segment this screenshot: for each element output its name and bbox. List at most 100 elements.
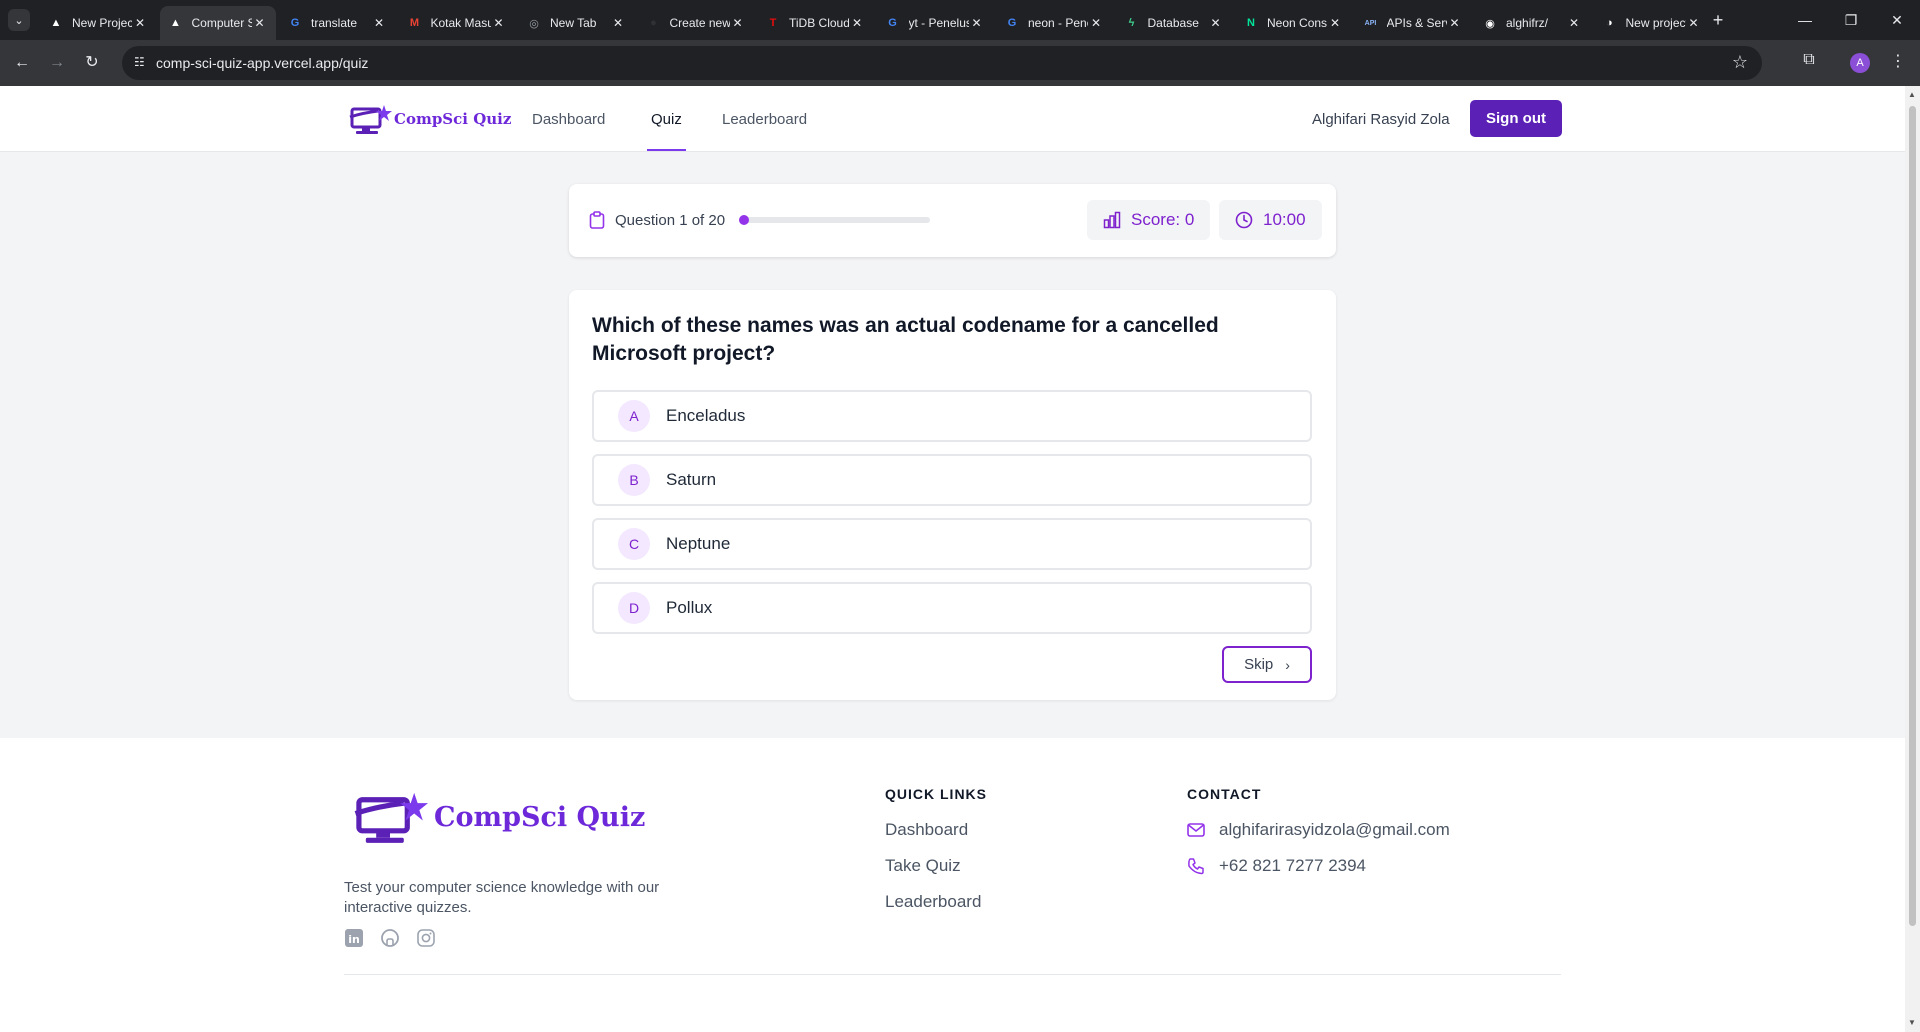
skip-label: Skip [1244,656,1274,673]
tab-title: Computer Science Quiz [191,16,252,30]
nav-leaderboard[interactable]: Leaderboard [722,111,807,128]
linkedin-icon[interactable]: in [344,928,364,948]
browser-tab[interactable]: ◎ New Tab ✕ [518,6,634,40]
browser-tab[interactable]: ◉ alghifrz/ ✕ [1474,6,1590,40]
neon-icon: N [1247,17,1255,29]
answer-option-a[interactable]: A Enceladus [592,390,1312,442]
close-tab-icon[interactable]: ✕ [1327,16,1343,30]
scroll-down-arrow-icon[interactable]: ▼ [1908,1018,1916,1027]
tab-search-icon[interactable]: ⌄ [8,9,30,31]
close-tab-icon[interactable]: ✕ [969,16,985,30]
tab-title: Neon Console [1267,16,1327,30]
footer-link-leaderboard[interactable]: Leaderboard [885,892,981,912]
close-tab-icon[interactable]: ✕ [132,16,148,30]
tidb-icon: T [769,17,777,29]
browser-tab-strip: ⌄ ▲New Project✕▲Computer Science Quiz✕Gt… [0,0,1920,40]
option-letter-badge: B [618,464,650,496]
address-bar[interactable]: ☷ comp-sci-quiz-app.vercel.app/quiz ☆ [122,46,1762,80]
url-text[interactable]: comp-sci-quiz-app.vercel.app/quiz [156,55,368,71]
browser-tab[interactable]: Gneon - Penelusuran✕ [996,6,1112,40]
close-tab-icon[interactable]: ✕ [491,16,507,30]
close-tab-icon[interactable]: ✕ [1447,16,1463,30]
score-badge: Score: 0 [1087,200,1211,240]
close-tab-icon[interactable]: ✕ [1208,16,1224,30]
contact-email-text[interactable]: alghifarirasyidzola@gmail.com [1219,820,1450,840]
close-window-icon[interactable]: ✕ [1874,0,1920,40]
question-counter-label: Question 1 of 20 [615,211,726,229]
contact-phone[interactable]: +62 821 7277 2394 [1187,856,1366,876]
github-icon[interactable] [380,928,400,948]
nav-quiz[interactable]: Quiz [651,111,682,128]
scrollbar-thumb[interactable] [1909,106,1916,926]
google-icon: G [290,17,300,29]
footer-divider [344,974,1561,975]
brand-logo[interactable]: CompSci Quiz [348,103,511,135]
tab-title: TiDB Cloud [789,16,849,30]
footer-brand-logo[interactable]: CompSci Quiz [352,788,645,846]
browser-tab[interactable]: M Kotak Masuk✕ [399,6,515,40]
option-text: Enceladus [666,406,746,425]
vercel-icon: ▲ [170,17,181,29]
option-text: Saturn [666,470,717,489]
answer-option-d[interactable]: D Pollux [592,582,1312,634]
browser-tab[interactable]: T TiDB Cloud ✕ [757,6,873,40]
footer-link-take-quiz[interactable]: Take Quiz [885,856,961,876]
answer-option-b[interactable]: B Saturn [592,454,1312,506]
tab-title: New Tab [550,16,597,30]
close-tab-icon[interactable]: ✕ [252,16,268,30]
user-name: Alghifari Rasyid Zola [1312,111,1450,128]
close-tab-icon[interactable]: ✕ [1088,16,1104,30]
question-counter: Question 1 of 20 [589,211,725,229]
page-scrollbar[interactable]: ▲ ▼ [1905,86,1920,1032]
back-icon[interactable]: ← [10,51,34,75]
site-footer: CompSci Quiz Test your computer science … [0,738,1905,1032]
instagram-icon[interactable] [416,928,436,948]
browser-tab[interactable]: ▲ New Project ✕ [40,6,156,40]
browser-tab[interactable]: ▲ Computer Science Quiz✕ [159,6,276,40]
close-tab-icon[interactable]: ✕ [730,16,746,30]
close-tab-icon[interactable]: ✕ [610,16,626,30]
answer-option-c[interactable]: C Neptune [592,518,1312,570]
close-tab-icon[interactable]: ✕ [1686,16,1702,30]
bar-chart-icon [1103,211,1121,229]
contact-phone-text[interactable]: +62 821 7277 2394 [1219,856,1366,876]
monitor-logo-icon [354,792,428,843]
quiz-progress-bar [739,215,930,225]
option-letter-badge: A [618,400,650,432]
bookmark-star-icon[interactable]: ☆ [1732,52,1748,73]
close-tab-icon[interactable]: ✕ [849,16,865,30]
profile-avatar[interactable]: A [1850,53,1870,73]
nav-dashboard[interactable]: Dashboard [532,111,605,128]
browser-toolbar: ← → ↻ ☷ comp-sci-quiz-app.vercel.app/qui… [0,40,1920,86]
page-viewport: CompSci Quiz Dashboard Quiz Leaderboard … [0,86,1905,1032]
browser-tab[interactable]: Gtranslate ✕ [279,6,395,40]
site-info-icon[interactable]: ☷ [134,55,150,71]
footer-link-dashboard[interactable]: Dashboard [885,820,968,840]
reload-icon[interactable]: ↻ [80,51,104,75]
skip-button[interactable]: Skip › [1222,646,1312,683]
browser-tab[interactable]: Gyt - Penelusuran✕ [877,6,993,40]
browser-tab[interactable]: ◑ New project ✕ [1594,6,1710,40]
contact-heading: CONTACT [1187,786,1262,802]
new-tab-icon[interactable]: + [1706,8,1730,32]
timer-badge: 10:00 [1219,200,1322,240]
close-tab-icon[interactable]: ✕ [1566,16,1582,30]
browser-tab[interactable]: API APIs & Services✕ [1355,6,1471,40]
brand-name: CompSci Quiz [394,110,512,128]
browser-tab[interactable]: ● Create new ✕ [638,6,754,40]
restore-icon[interactable]: ❐ [1828,0,1874,40]
gmail-icon: M [409,17,420,29]
browser-tab[interactable]: ϟ Database ✕ [1116,6,1232,40]
forward-icon[interactable]: → [45,51,69,75]
minimize-icon[interactable]: — [1782,0,1828,40]
sign-out-button[interactable]: Sign out [1470,100,1562,137]
footer-brand-name: CompSci Quiz [434,801,646,833]
close-tab-icon[interactable]: ✕ [371,16,387,30]
tab-title: neon - Penelusuran [1028,16,1088,30]
api-icon: API [1364,19,1377,27]
browser-tab[interactable]: N Neon Console✕ [1235,6,1351,40]
extensions-icon[interactable]: ⧉ [1797,51,1821,75]
contact-email[interactable]: alghifarirasyidzola@gmail.com [1187,820,1450,840]
browser-menu-icon[interactable]: ⋮ [1888,51,1908,71]
scroll-up-arrow-icon[interactable]: ▲ [1908,90,1916,99]
